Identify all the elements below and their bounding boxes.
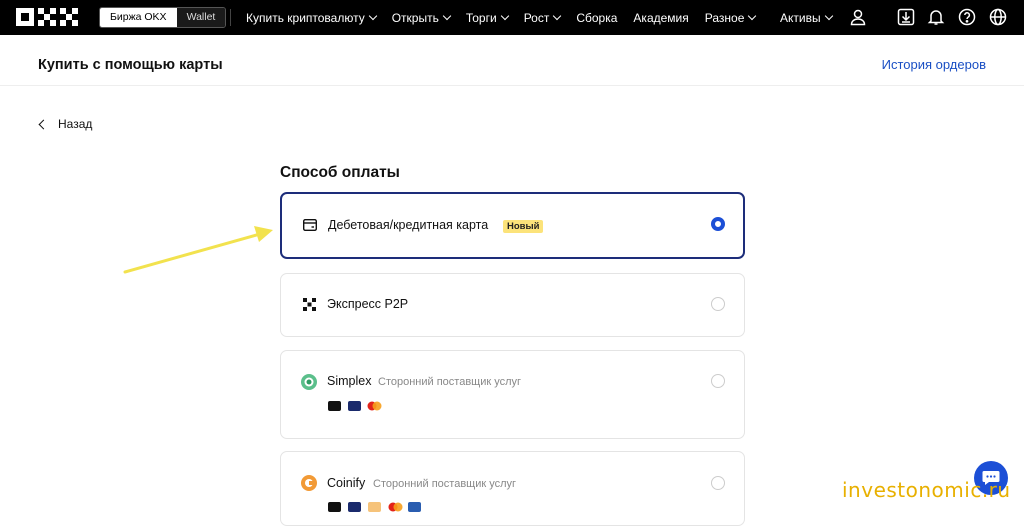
payment-option-simplex[interactable]: Simplex Сторонний поставщик услуг bbox=[280, 350, 745, 439]
page-title: Купить с помощью карты bbox=[38, 57, 223, 73]
payment-option-name: Дебетовая/кредитная карта bbox=[328, 218, 489, 232]
nav-academy[interactable]: Академия bbox=[633, 11, 688, 25]
chevron-down-icon bbox=[442, 11, 452, 20]
download-icon[interactable] bbox=[897, 8, 915, 26]
payment-option-card[interactable]: Дебетовая/кредитная карта Новый bbox=[280, 192, 745, 259]
assets-menu[interactable]: Активы bbox=[780, 0, 833, 35]
payment-option-name: Экспресс P2P bbox=[327, 297, 409, 311]
nav-build[interactable]: Сборка bbox=[576, 11, 617, 25]
nav-more[interactable]: Разное bbox=[705, 11, 757, 25]
back-button[interactable]: Назад bbox=[38, 117, 93, 131]
p2p-icon bbox=[303, 298, 316, 311]
coinify-icon bbox=[301, 475, 317, 491]
mastercard-icon bbox=[388, 502, 403, 512]
radio-unselected[interactable] bbox=[711, 297, 725, 311]
nav-buy-crypto[interactable]: Купить криптовалюту bbox=[246, 11, 377, 25]
payment-option-name: Simplex bbox=[327, 374, 372, 388]
nav-open[interactable]: Открыть bbox=[392, 11, 452, 25]
help-icon[interactable] bbox=[958, 8, 976, 26]
apple-pay-icon bbox=[328, 502, 341, 512]
page-header: Купить с помощью карты История ордеров bbox=[0, 35, 1024, 86]
mastercard-icon bbox=[367, 401, 382, 411]
okx-logo[interactable] bbox=[16, 8, 78, 26]
payment-option-coinify[interactable]: Coinify Сторонний поставщик услуг bbox=[280, 451, 745, 526]
provider-subtitle: Сторонний поставщик услуг bbox=[378, 376, 522, 388]
divider bbox=[230, 9, 231, 26]
radio-unselected[interactable] bbox=[711, 476, 725, 490]
chevron-left-icon bbox=[38, 119, 49, 129]
provider-subtitle: Сторонний поставщик услуг bbox=[373, 478, 517, 490]
chevron-down-icon bbox=[368, 11, 377, 20]
card-icon bbox=[303, 219, 317, 231]
simplex-icon bbox=[301, 374, 317, 390]
payment-method-title: Способ оплаты bbox=[280, 164, 400, 181]
nav-grow[interactable]: Рост bbox=[524, 11, 562, 25]
bank-card-icon bbox=[368, 502, 381, 512]
sepa-icon bbox=[408, 502, 421, 512]
wallet-tab[interactable]: Wallet bbox=[176, 8, 226, 27]
chevron-down-icon bbox=[824, 11, 833, 20]
apple-pay-icon bbox=[328, 401, 341, 411]
chevron-down-icon bbox=[553, 11, 562, 20]
radio-selected[interactable] bbox=[711, 217, 725, 231]
user-icon[interactable] bbox=[849, 8, 867, 26]
order-history-link[interactable]: История ордеров bbox=[882, 57, 986, 72]
radio-unselected[interactable] bbox=[711, 374, 725, 388]
payment-option-p2p[interactable]: Экспресс P2P bbox=[280, 273, 745, 337]
chevron-down-icon bbox=[748, 11, 757, 20]
back-label: Назад bbox=[58, 117, 93, 131]
assets-label: Активы bbox=[780, 10, 821, 25]
watermark: investonomic.ru bbox=[842, 478, 1011, 502]
exchange-wallet-switch: Биржа OKX Wallet bbox=[99, 7, 227, 28]
exchange-tab[interactable]: Биржа OKX bbox=[100, 8, 177, 27]
globe-icon[interactable] bbox=[989, 8, 1007, 26]
annotation-arrow bbox=[123, 226, 273, 274]
payment-option-name: Coinify bbox=[327, 476, 366, 490]
new-badge: Новый bbox=[503, 220, 544, 233]
nav-trade[interactable]: Торги bbox=[466, 11, 509, 25]
visa-icon bbox=[348, 502, 361, 512]
top-navigation-bar: Биржа OKX Wallet Купить криптовалюту Отк… bbox=[0, 0, 1024, 35]
bell-icon[interactable] bbox=[927, 8, 945, 26]
visa-icon bbox=[348, 401, 361, 411]
main-nav: Купить криптовалюту Открыть Торги Рост С… bbox=[246, 0, 771, 35]
chevron-down-icon bbox=[500, 11, 509, 20]
